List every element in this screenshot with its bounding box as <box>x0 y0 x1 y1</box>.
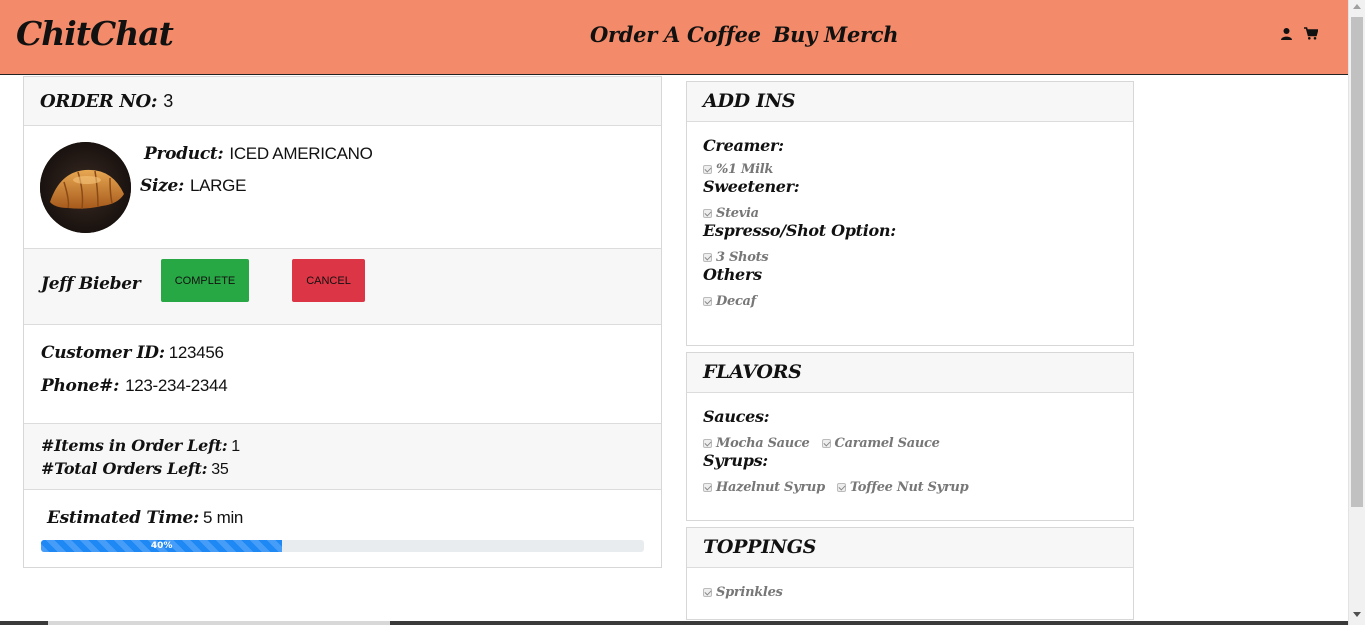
sauces-options: Mocha Sauce Caramel Sauce <box>703 435 1117 451</box>
checkbox[interactable] <box>703 252 712 262</box>
estimated-time-label: Estimated Time: <box>47 508 200 528</box>
checkbox[interactable] <box>703 482 712 492</box>
product-value: ICED AMERICANO <box>229 144 373 163</box>
nav-link-order-coffee[interactable]: Order A Coffee <box>590 22 761 47</box>
navbar: ChitChat Order A Coffee Buy Merch <box>0 0 1348 75</box>
size-value: LARGE <box>189 176 247 195</box>
flavors-header: FLAVORS <box>687 353 1133 393</box>
option-mocha-sauce[interactable]: Mocha Sauce <box>703 436 810 451</box>
cart-icon[interactable] <box>1304 27 1318 40</box>
syrups-options: Hazelnut Syrup Toffee Nut Syrup <box>703 479 1117 495</box>
product-block: Product: ICED AMERICANO Size: LARGE <box>24 126 661 249</box>
sweetener-options: Stevia <box>703 205 1117 221</box>
addins-body: Creamer: %1 Milk Sweetener: Stevia Espre… <box>687 122 1133 323</box>
toppings-options: Sprinkles <box>703 584 1117 600</box>
contact-block: Customer ID: 123456 Phone#: 123-234-2344 <box>24 325 661 424</box>
option-label: Decaf <box>716 293 756 309</box>
items-left-line: #Items in Order Left: 1 <box>41 436 240 456</box>
option-label: Hazelnut Syrup <box>716 479 825 495</box>
others-options: Decaf <box>703 293 1117 309</box>
progress-bar: 40% <box>41 540 644 552</box>
flavors-card: FLAVORS Sauces: Mocha Sauce Caramel Sauc… <box>686 352 1134 521</box>
brand-logo[interactable]: ChitChat <box>16 14 174 53</box>
flavors-body: Sauces: Mocha Sauce Caramel Sauce Syrups… <box>687 393 1133 509</box>
option-label: 3 Shots <box>716 249 769 265</box>
vertical-scrollbar[interactable] <box>1348 0 1365 625</box>
option-label: Caramel Sauce <box>834 435 940 451</box>
orders-left-value: 35 <box>211 461 229 478</box>
nav-link-buy-merch[interactable]: Buy Merch <box>773 22 899 47</box>
phone-line: Phone#: 123-234-2344 <box>41 376 228 396</box>
scroll-up-arrow-icon[interactable] <box>1353 4 1361 9</box>
group-title-sweetener: Sweetener: <box>703 177 800 196</box>
group-title-espresso: Espresso/Shot Option: <box>703 221 896 240</box>
option-stevia[interactable]: Stevia <box>703 206 759 221</box>
customer-bar: Jeff Bieber COMPLETE CANCEL <box>24 249 661 325</box>
size-line: Size: LARGE <box>140 176 246 196</box>
scroll-down-arrow-icon[interactable] <box>1353 612 1361 617</box>
option-decaf[interactable]: Decaf <box>703 294 756 309</box>
checkbox[interactable] <box>821 438 831 448</box>
customer-id-label: Customer ID: <box>41 343 165 363</box>
estimate-block: Estimated Time: 5 min 40% <box>24 490 661 568</box>
product-image <box>40 142 131 233</box>
items-left-value: 1 <box>231 438 240 455</box>
option-hazelnut-syrup[interactable]: Hazelnut Syrup <box>703 480 825 495</box>
cancel-button[interactable]: CANCEL <box>292 259 365 302</box>
phone-value: 123-234-2344 <box>125 376 228 395</box>
estimated-time-value: 5 min <box>203 508 244 527</box>
option-sprinkles[interactable]: Sprinkles <box>703 585 783 600</box>
option-label: Toffee Nut Syrup <box>849 479 969 495</box>
orders-left-label: #Total Orders Left: <box>41 459 208 478</box>
taskbar-edge <box>0 621 1348 625</box>
order-number: 3 <box>163 91 173 111</box>
customer-name: Jeff Bieber <box>41 274 141 294</box>
order-header: ORDER NO: 3 <box>24 77 661 126</box>
user-icon[interactable] <box>1281 27 1292 40</box>
group-title-others: Others <box>703 265 762 284</box>
addins-card: ADD INS Creamer: %1 Milk Sweetener: Stev… <box>686 81 1134 346</box>
customer-id-line: Customer ID: 123456 <box>41 343 224 363</box>
progress-fill: 40% <box>41 540 283 552</box>
toppings-body: Sprinkles <box>687 568 1133 614</box>
checkbox[interactable] <box>703 296 712 306</box>
checkbox[interactable] <box>703 587 712 597</box>
nav-links: Order A Coffee Buy Merch <box>590 22 899 47</box>
option-toffee-nut-syrup[interactable]: Toffee Nut Syrup <box>836 479 969 495</box>
checkbox[interactable] <box>703 438 712 448</box>
phone-label: Phone#: <box>41 376 120 396</box>
option-label: Stevia <box>716 205 759 221</box>
checkbox[interactable] <box>703 208 712 218</box>
option-3-shots[interactable]: 3 Shots <box>703 249 769 265</box>
option-caramel-sauce[interactable]: Caramel Sauce <box>821 435 940 451</box>
product-label: Product: <box>144 144 224 164</box>
option-label: Mocha Sauce <box>716 435 810 451</box>
customer-id-value: 123456 <box>168 343 224 362</box>
product-line: Product: ICED AMERICANO <box>144 144 373 164</box>
option-label: %1 Milk <box>716 161 774 177</box>
addins-header: ADD INS <box>687 82 1133 122</box>
nav-icons <box>1281 27 1318 40</box>
items-bar: #Items in Order Left: 1 #Total Orders Lef… <box>24 424 661 490</box>
order-number-label: ORDER NO: <box>40 91 158 112</box>
toppings-header: TOPPINGS <box>687 528 1133 568</box>
checkbox[interactable] <box>836 482 846 492</box>
toppings-card: TOPPINGS Sprinkles <box>686 527 1134 620</box>
option-label: Sprinkles <box>716 584 783 600</box>
scroll-thumb[interactable] <box>1351 17 1363 507</box>
items-left-label: #Items in Order Left: <box>41 436 228 455</box>
checkbox[interactable] <box>703 164 712 174</box>
espresso-options: 3 Shots <box>703 249 1117 265</box>
size-label: Size: <box>140 176 184 196</box>
complete-button[interactable]: COMPLETE <box>161 259 249 302</box>
orders-left-line: #Total Orders Left: 35 <box>41 459 229 479</box>
group-title-sauces: Sauces: <box>703 407 770 426</box>
taskbar-segment <box>48 621 390 625</box>
group-title-syrups: Syrups: <box>703 451 768 470</box>
order-card: ORDER NO: 3 Product: ICED AMERICANO Size: <box>23 76 662 568</box>
estimated-time-line: Estimated Time: 5 min <box>47 508 243 528</box>
option-milk[interactable]: %1 Milk <box>703 162 773 177</box>
group-title-creamer: Creamer: <box>703 136 784 155</box>
creamer-options: %1 Milk <box>703 161 1117 177</box>
